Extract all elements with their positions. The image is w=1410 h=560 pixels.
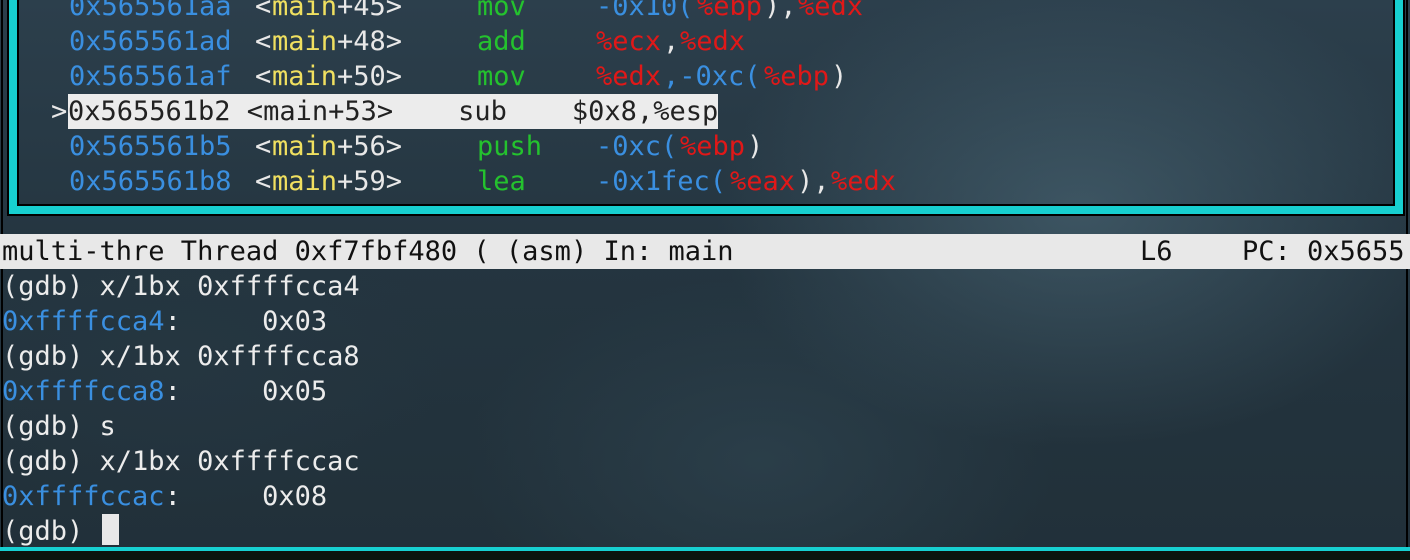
asm-register: %ebp <box>764 61 830 92</box>
memory-address: 0xffffccac <box>2 481 165 512</box>
asm-operand: , <box>663 26 680 57</box>
asm-offset: +50> <box>337 61 403 92</box>
asm-offset: +56> <box>337 131 403 162</box>
asm-lt: < <box>255 0 272 22</box>
status-pc: PC: 0x5655 <box>1242 236 1405 267</box>
asm-offset: +45> <box>337 0 403 22</box>
asm-row[interactable]: 0x565561b5 < main +56> push -0xc(%ebp) <box>69 129 763 164</box>
status-line-number: L6 <box>1140 236 1173 267</box>
asm-lt: < <box>255 131 272 162</box>
asm-operand: -0x1fec( <box>596 166 727 197</box>
asm-register: %edx <box>831 166 897 197</box>
memory-address: 0xffffcca4 <box>2 306 165 337</box>
asm-register: %ebp <box>697 0 763 22</box>
asm-current-row[interactable]: > 0x565561b2 <main+53> sub $0x8,%esp <box>51 94 719 129</box>
console-line: 0xffffcca8: 0x05 <box>2 374 327 409</box>
bottom-strip <box>0 551 1410 560</box>
asm-operand: -0x10( <box>596 0 694 22</box>
asm-symbol: main <box>272 166 338 197</box>
asm-operand: -0xc( <box>596 131 678 162</box>
asm-row[interactable]: 0x565561af < main +50> mov %edx ,-0xc(%ebp) <box>69 59 847 94</box>
console-line: (gdb) s <box>2 411 116 442</box>
asm-opcode: add <box>477 26 526 57</box>
gdb-prompt: (gdb) <box>2 516 100 547</box>
gdb-input-line[interactable]: (gdb) <box>2 514 119 549</box>
asm-symbol: main <box>272 61 338 92</box>
asm-operand: ) <box>831 61 848 92</box>
asm-opcode: mov <box>477 61 526 92</box>
asm-lt: < <box>255 26 272 57</box>
asm-operand: ), <box>797 166 830 197</box>
memory-value: : 0x08 <box>164 481 328 512</box>
asm-register: %edx <box>798 0 864 22</box>
current-instruction: 0x565561b2 <main+53> sub $0x8,%esp <box>68 94 719 129</box>
memory-value: : 0x03 <box>164 306 328 337</box>
text-cursor[interactable] <box>101 514 119 545</box>
asm-address: 0x565561aa <box>69 0 232 22</box>
asm-register: %eax <box>730 166 796 197</box>
asm-symbol: main <box>272 0 338 22</box>
asm-register: %edx <box>680 26 746 57</box>
asm-symbol: main <box>272 131 338 162</box>
asm-lt: < <box>255 166 272 197</box>
asm-register: %ecx <box>596 26 662 57</box>
asm-register: %ebp <box>680 131 746 162</box>
asm-offset: +48> <box>337 26 403 57</box>
asm-operand: ,-0xc( <box>663 61 761 92</box>
asm-address: 0x565561af <box>69 61 232 92</box>
asm-operand: ) <box>747 131 764 162</box>
asm-offset: +59> <box>337 166 403 197</box>
console-line: (gdb) x/1bx 0xffffcca8 <box>2 341 360 372</box>
console-line: (gdb) x/1bx 0xffffccac <box>2 446 360 477</box>
asm-symbol: main <box>272 26 338 57</box>
asm-row[interactable]: 0x565561ad < main +48> add %ecx, %edx <box>69 24 745 59</box>
asm-address: 0x565561b5 <box>69 131 232 162</box>
asm-address: 0x565561b8 <box>69 166 232 197</box>
asm-lt: < <box>255 61 272 92</box>
console-line: 0xffffcca4: 0x03 <box>2 304 327 339</box>
asm-row[interactable]: 0x565561b8 < main +59> lea -0x1fec(%eax),%… <box>69 164 896 199</box>
asm-row[interactable]: 0x565561aa < main +45> mov -0x10(%ebp), %ed… <box>69 0 863 24</box>
asm-address: 0x565561ad <box>69 26 232 57</box>
asm-opcode: mov <box>477 0 526 22</box>
memory-value: : 0x05 <box>164 376 328 407</box>
memory-address: 0xffffcca8 <box>2 376 165 407</box>
console-line: (gdb) x/1bx 0xffffcca4 <box>2 271 360 302</box>
status-thread-info: multi-thre Thread 0xf7fbf480 ( (asm) In:… <box>2 236 734 267</box>
asm-opcode: lea <box>477 166 526 197</box>
asm-operand: ), <box>764 0 797 22</box>
asm-register: %edx <box>596 61 662 92</box>
tui-status-bar: multi-thre Thread 0xf7fbf480 ( (asm) In:… <box>0 234 1410 269</box>
current-instruction-marker: > <box>51 96 68 127</box>
asm-opcode: push <box>477 131 543 162</box>
console-line: 0xffffccac: 0x08 <box>2 479 327 514</box>
